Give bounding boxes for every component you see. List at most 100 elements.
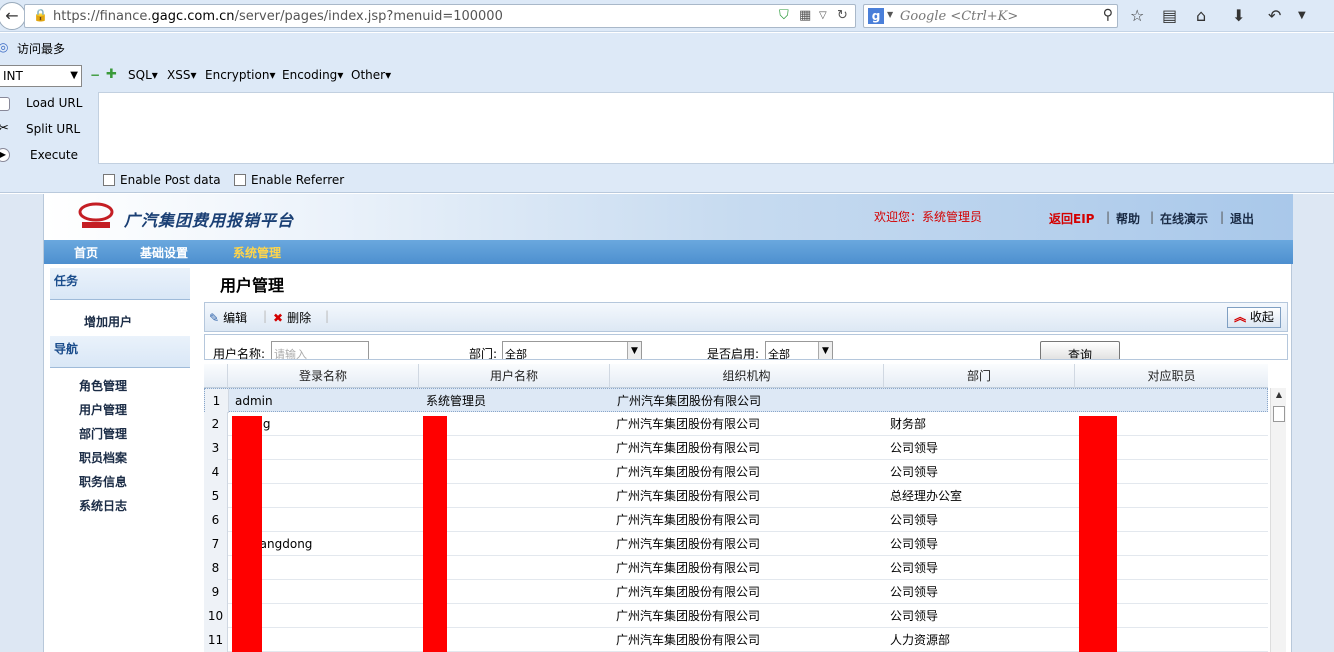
row-number: 11	[204, 628, 228, 652]
dropdown-icon[interactable]: ▽	[819, 10, 827, 21]
main-menu: 首页 基础设置 系统管理	[44, 240, 1293, 264]
play-icon: ▶	[0, 148, 10, 162]
cell-user-name	[425, 556, 610, 580]
cell-user-name	[425, 412, 610, 436]
menu-sql[interactable]: SQL▾	[128, 68, 158, 82]
nav-dept-management[interactable]: 部门管理	[79, 425, 127, 442]
double-chevron-up-icon: ︽	[1234, 310, 1247, 324]
nav-system-log[interactable]: 系统日志	[79, 497, 127, 514]
download-icon[interactable]: ⬇	[1232, 6, 1245, 25]
filter-bar: 用户名称: 请输入 部门: 全部 ▼ 是否启用: 全部 ▼ 查询	[204, 334, 1288, 360]
row-number: 1	[205, 389, 229, 413]
nav-user-management[interactable]: 用户管理	[79, 401, 127, 418]
nav-job-info[interactable]: 职务信息	[79, 473, 127, 490]
bookmark-icon: ◎	[0, 40, 9, 54]
row-number: 2	[204, 412, 228, 436]
enable-post-checkbox[interactable]: Enable Post data	[103, 173, 221, 187]
add-user-link[interactable]: 增加用户	[84, 313, 132, 330]
dept-select[interactable]: 全部 ▼	[502, 341, 642, 359]
back-button[interactable]: ←	[0, 2, 26, 30]
cell-department: 公司领导	[890, 441, 939, 455]
dept-label: 部门:	[469, 347, 498, 360]
row-number: 6	[204, 508, 228, 532]
enabled-select[interactable]: 全部 ▼	[765, 341, 833, 359]
logout-link[interactable]: 退出	[1230, 210, 1254, 227]
row-number: 5	[204, 484, 228, 508]
clipboard-icon[interactable]: ▤	[1162, 6, 1177, 25]
gac-logo-icon	[78, 202, 114, 228]
menu-system-management[interactable]: 系统管理	[233, 244, 281, 261]
cell-organization: 广州汽车集团股份有限公司	[616, 609, 761, 623]
col-user-name[interactable]: 用户名称	[419, 364, 610, 388]
table-row[interactable]: 1 admin 系统管理员 广州汽车集团股份有限公司	[204, 388, 1269, 413]
cell-organization: 广州汽车集团股份有限公司	[616, 441, 761, 455]
minus-icon[interactable]: −	[90, 68, 100, 82]
grid-scrollbar[interactable]: ▲	[1270, 388, 1286, 652]
chevron-down-icon: ▼	[70, 70, 78, 81]
hackbar: INT ▼ − ✚ SQL▾ XSS▾ Encryption▾ Encoding▾…	[0, 61, 1334, 193]
cell-user-name: 联	[425, 508, 610, 532]
online-demo-link[interactable]: 在线演示	[1160, 210, 1208, 227]
row-number: 4	[204, 460, 228, 484]
search-icon[interactable]: ⚲	[1103, 7, 1113, 23]
pencil-icon: ✎	[209, 311, 220, 325]
nav-role-management[interactable]: 角色管理	[79, 377, 127, 394]
cell-department: 公司领导	[890, 537, 939, 551]
col-organization[interactable]: 组织机构	[610, 364, 884, 388]
divider: |	[1150, 210, 1155, 224]
star-icon[interactable]: ☆	[1130, 6, 1144, 25]
page-viewport: 广汽集团费用报销平台 欢迎您：系统管理员 返回EIP | 帮助 | 在线演示 |…	[0, 194, 1334, 652]
cell-department: 人力资源部	[890, 633, 951, 647]
collapse-button[interactable]: ︽ 收起	[1227, 307, 1281, 328]
edit-button[interactable]: ✎ 编辑	[209, 309, 247, 326]
search-bar[interactable]: g ▼ Google <Ctrl+K> ⚲	[863, 4, 1118, 28]
url-textarea[interactable]	[98, 92, 1334, 164]
return-eip-link[interactable]: 返回EIP	[1049, 210, 1094, 227]
split-url-button[interactable]: Split URL	[26, 122, 80, 136]
cell-department: 公司领导	[890, 561, 939, 575]
menu-icon[interactable]: ▼	[1298, 10, 1306, 21]
chevron-down-icon: ▼	[627, 342, 641, 359]
delete-x-icon: ✖	[273, 311, 284, 325]
app-banner: 广汽集团费用报销平台 欢迎您：系统管理员 返回EIP | 帮助 | 在线演示 |…	[44, 194, 1293, 240]
menu-encoding[interactable]: Encoding▾	[282, 68, 343, 82]
cell-department: 公司领导	[890, 513, 939, 527]
cell-organization: 广州汽车集团股份有限公司	[616, 489, 761, 503]
type-select[interactable]: INT ▼	[0, 65, 82, 87]
cell-user-name: 洪	[425, 460, 610, 484]
enable-referrer-checkbox[interactable]: Enable Referrer	[234, 173, 344, 187]
plus-icon[interactable]: ✚	[106, 67, 117, 82]
qr-icon[interactable]: ▦	[799, 8, 811, 23]
menu-encryption[interactable]: Encryption▾	[205, 68, 275, 82]
col-department[interactable]: 部门	[884, 364, 1075, 388]
cell-organization: 广州汽车集团股份有限公司	[616, 417, 761, 431]
cell-user-name: 琦	[425, 628, 610, 652]
menu-xss[interactable]: XSS▾	[167, 68, 197, 82]
chevron-down-icon: ▼	[818, 342, 832, 359]
menu-other[interactable]: Other▾	[351, 68, 391, 82]
row-number: 3	[204, 436, 228, 460]
col-login-name[interactable]: 登录名称	[228, 364, 419, 388]
scroll-up-icon[interactable]: ▲	[1273, 390, 1285, 402]
undo-icon[interactable]: ↶	[1268, 6, 1281, 25]
bookmark-most-visited[interactable]: 访问最多	[17, 40, 65, 57]
scroll-thumb[interactable]	[1273, 406, 1285, 422]
nav-staff-records[interactable]: 职员档案	[79, 449, 127, 466]
execute-button[interactable]: Execute	[30, 148, 78, 162]
reload-icon[interactable]: ↻	[837, 8, 848, 23]
shield-icon[interactable]: ⛉	[779, 8, 789, 23]
load-url-button[interactable]: Load URL	[26, 96, 82, 110]
menu-home[interactable]: 首页	[74, 244, 98, 261]
login-name-input[interactable]: 请输入	[271, 341, 369, 359]
cell-staff	[1082, 389, 1269, 413]
query-button[interactable]: 查询	[1040, 341, 1120, 359]
menu-basic-settings[interactable]: 基础设置	[140, 244, 188, 261]
delete-button[interactable]: ✖ 删除	[273, 309, 311, 326]
col-staff[interactable]: 对应职员	[1075, 364, 1268, 388]
help-link[interactable]: 帮助	[1116, 210, 1140, 227]
url-bar[interactable]: 🔒 https://finance.gagc.com.cn/server/pag…	[24, 4, 856, 28]
cell-organization: 广州汽车集团股份有限公司	[616, 537, 761, 551]
home-icon[interactable]: ⌂	[1196, 6, 1206, 25]
chevron-down-icon[interactable]: ▼	[887, 10, 893, 19]
cell-user-name	[425, 604, 610, 628]
